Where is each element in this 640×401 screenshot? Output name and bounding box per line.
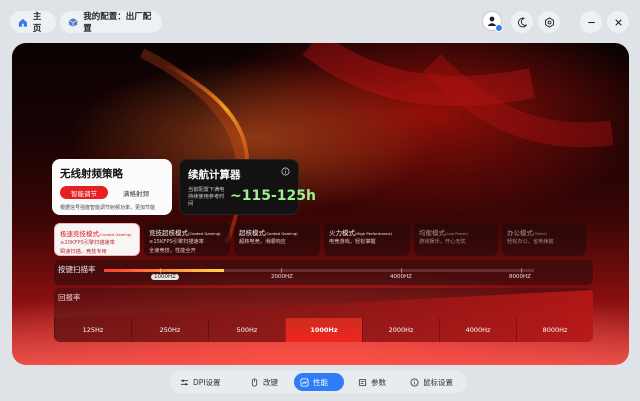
theme-toggle-button[interactable] <box>511 11 533 33</box>
mode-name: 办公模式 <box>507 229 533 237</box>
battery-calculator-card: 续航计算器 当前配置下满电持续使用参考时间 ~115-125h <box>179 159 316 215</box>
params-icon <box>358 378 367 386</box>
status-dot <box>495 24 503 32</box>
bottom-nav: DPI设置 改键 性能 参数 鼠标设置 <box>170 371 467 393</box>
chart-icon <box>300 377 309 387</box>
sliders-icon <box>180 379 189 385</box>
report-rate-option[interactable]: 2000Hz <box>362 318 439 342</box>
home-button[interactable]: 主页 <box>10 11 56 34</box>
info-icon[interactable] <box>281 167 290 176</box>
mode-desc: 超核电竞，滑顺响应 <box>239 239 286 245</box>
mode-sub: (High Performance) <box>355 231 392 236</box>
close-button[interactable] <box>607 11 629 33</box>
close-icon <box>614 18 622 26</box>
mode-desc: 游戏娱乐，开心无忧 <box>419 239 466 245</box>
mode-desc: 轻松办公，省电续航 <box>507 239 554 245</box>
mode-card-2[interactable]: 超核模式(Corded Gaming) 超核电竞，滑顺响应 <box>234 223 320 256</box>
scan-tick <box>401 268 402 273</box>
report-rate-label: 回报率 <box>58 293 81 302</box>
mode-sub: (Corded Gaming) <box>265 231 298 236</box>
report-rate-option[interactable]: 250Hz <box>131 318 208 342</box>
scan-rate-fill <box>104 269 225 272</box>
nav-params[interactable]: 参数 <box>352 373 392 391</box>
nav-performance-label: 性能 <box>313 377 328 387</box>
gear-icon <box>544 16 554 28</box>
mode-sub: (Other) <box>533 231 547 236</box>
mode-card-5[interactable]: 办公模式(Other) 轻松办公，省电续航 <box>502 223 586 256</box>
top-bar: 主页 我的配置：出厂配置 <box>0 0 640 40</box>
mode-name: 极速竞技模式 <box>60 230 99 238</box>
mode-card-0[interactable]: 极速竞技模式(Corded Gaming) ≥20KFPS引擎扫描速率 瞬速扫描… <box>54 223 140 256</box>
mode-desc: ≥15KFPS引擎扫描速率 <box>149 239 204 245</box>
scan-rate-track[interactable] <box>104 269 534 272</box>
home-label: 主页 <box>32 12 42 34</box>
info-circle-icon <box>410 377 419 387</box>
battery-desc: 当前配置下满电持续使用参考时间 <box>188 187 225 207</box>
mode-name: 火力模式 <box>329 229 355 237</box>
battery-title: 续航计算器 <box>188 169 241 181</box>
scan-tick <box>281 268 282 273</box>
moon-icon <box>517 17 527 27</box>
rf-strategy-card: 无线射频策略 智能调节 满格射频 根据信号强度智能调节射频功率，更加节能 <box>52 159 172 215</box>
mode-sub: (Corded Gaming) <box>99 232 132 237</box>
cube-icon <box>68 17 78 27</box>
mode-sub: (Corded Gaming) <box>188 231 221 236</box>
scan-option-1000[interactable]: 1000HZ <box>151 274 179 280</box>
nav-keys[interactable]: 改键 <box>244 373 284 391</box>
report-rate-option[interactable]: 125Hz <box>54 318 131 342</box>
smart-adjust-button[interactable]: 智能调节 <box>60 186 108 199</box>
mode-card-3[interactable]: 火力模式(High Performance) 电竞游戏，轻松掌握 <box>324 223 410 256</box>
report-rate-option[interactable]: 1000Hz <box>285 318 362 342</box>
config-button[interactable]: 我的配置：出厂配置 <box>60 11 162 34</box>
nav-params-label: 参数 <box>371 377 386 387</box>
mode-card-1[interactable]: 竞技超核模式(Corded Gaming) ≥15KFPS引擎扫描速率 全速竞技… <box>144 223 230 256</box>
report-rate-option[interactable]: 8000Hz <box>516 318 593 342</box>
battery-value: ~115-125h <box>230 188 316 204</box>
report-rate-selector: 回报率 125Hz 250Hz 500Hz 1000Hz 2000Hz 4000Hz 800… <box>54 288 593 342</box>
nav-keys-label: 改键 <box>263 377 278 387</box>
config-label: 我的配置：出厂配置 <box>83 12 152 34</box>
key-scan-rate-label: 按键扫描率 <box>58 265 96 274</box>
mode-desc-2: 全速竞技，性能全开 <box>149 248 196 254</box>
nav-mouse-settings[interactable]: 鼠标设置 <box>404 373 459 391</box>
scan-tick <box>160 268 161 273</box>
settings-button[interactable] <box>538 11 560 33</box>
mode-desc: 电竞游戏，轻松掌握 <box>329 239 376 245</box>
scan-option-2000[interactable]: 2000HZ <box>271 274 293 280</box>
report-rate-option[interactable]: 500Hz <box>208 318 285 342</box>
mode-desc-2: 瞬速扫描，竞技专用 <box>60 249 107 255</box>
mode-desc: ≥20KFPS引擎扫描速率 <box>60 240 115 246</box>
report-rate-option[interactable]: 4000Hz <box>439 318 516 342</box>
scan-option-8000[interactable]: 8000HZ <box>509 274 531 280</box>
nav-performance[interactable]: 性能 <box>294 373 344 391</box>
rf-strategy-title: 无线射频策略 <box>60 168 123 180</box>
nav-mouse-settings-label: 鼠标设置 <box>423 377 453 387</box>
mode-name: 超核模式 <box>239 229 265 237</box>
rf-strategy-desc: 根据信号强度智能调节射频功率，更加节能 <box>60 205 156 211</box>
minimize-icon <box>587 21 595 23</box>
nav-dpi-label: DPI设置 <box>193 377 221 387</box>
key-scan-rate-slider[interactable]: 按键扫描率 1000HZ 2000HZ 4000HZ 8000HZ <box>54 260 593 285</box>
nav-dpi[interactable]: DPI设置 <box>174 373 227 391</box>
mouse-icon <box>251 377 258 387</box>
performance-panel: 无线射频策略 智能调节 满格射频 根据信号强度智能调节射频功率，更加节能 续航计… <box>12 43 629 365</box>
mode-sub: (Low Power) <box>445 231 469 236</box>
scan-option-4000[interactable]: 4000HZ <box>390 274 412 280</box>
minimize-button[interactable] <box>580 11 602 33</box>
mode-selector: 极速竞技模式(Corded Gaming) ≥20KFPS引擎扫描速率 瞬速扫描… <box>54 223 586 258</box>
scan-tick <box>521 268 522 273</box>
home-icon <box>18 18 27 27</box>
mode-name: 均衡模式 <box>419 229 445 237</box>
user-avatar[interactable] <box>482 11 503 32</box>
full-rf-button[interactable]: 满格射频 <box>114 186 158 199</box>
mode-name: 竞技超核模式 <box>149 229 188 237</box>
mode-card-4[interactable]: 均衡模式(Low Power) 游戏娱乐，开心无忧 <box>414 223 498 256</box>
